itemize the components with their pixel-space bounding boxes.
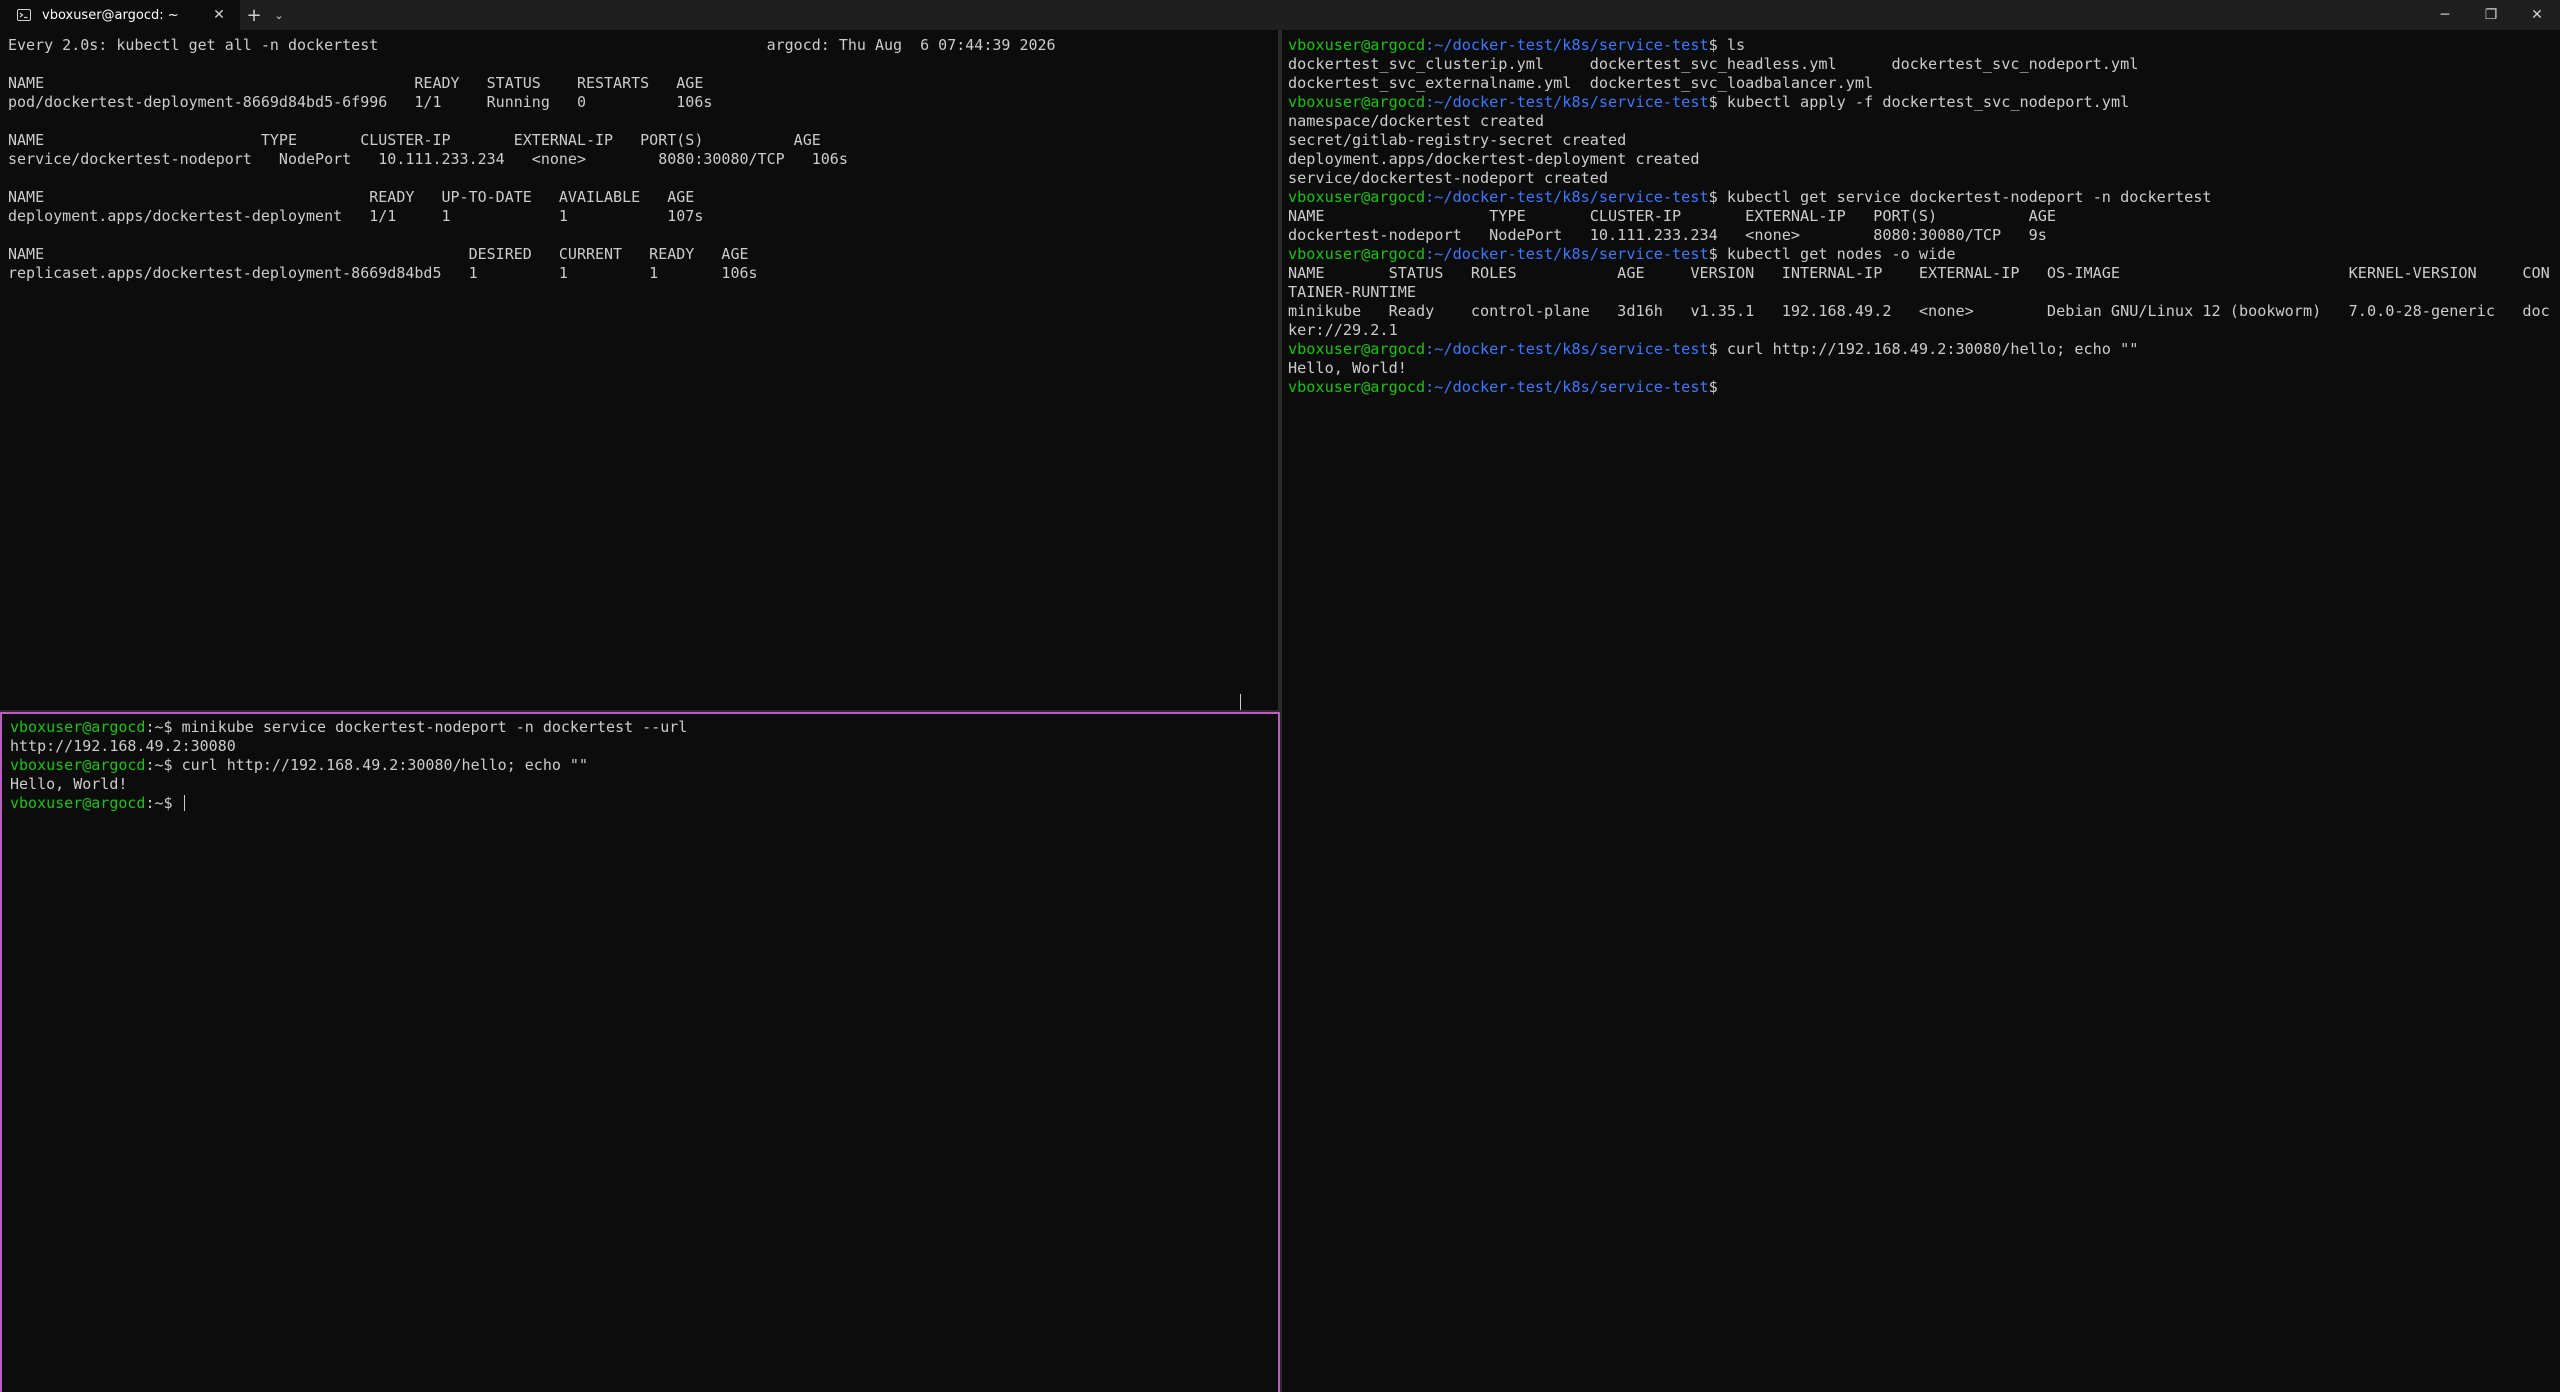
terminal-icon: [16, 7, 32, 23]
prompt-line[interactable]: vboxuser@argocd:~$: [10, 794, 1270, 813]
output-line: service/dockertest-nodeport NodePort 10.…: [8, 150, 848, 168]
output-line: NAME READY STATUS RESTARTS AGE: [8, 74, 704, 92]
chevron-down-icon[interactable]: ⌄: [268, 0, 290, 30]
terminal-output-right: vboxuser@argocd:~/docker-test/k8s/servic…: [1282, 30, 2560, 403]
output-line: secret/gitlab-registry-secret created: [1288, 131, 1627, 149]
command-text: minikube service dockertest-nodeport -n …: [181, 718, 688, 736]
prompt-line: vboxuser@argocd:~$ curl http://192.168.4…: [10, 756, 588, 774]
prompt-line: vboxuser@argocd:~/docker-test/k8s/servic…: [1288, 188, 2212, 206]
tab-close-icon[interactable]: ✕: [208, 4, 230, 26]
right-terminal-pane[interactable]: vboxuser@argocd:~/docker-test/k8s/servic…: [1282, 30, 2560, 1392]
active-terminal-pane[interactable]: vboxuser@argocd:~$ minikube service dock…: [0, 712, 1280, 1392]
prompt-line: vboxuser@argocd:~/docker-test/k8s/servic…: [1288, 340, 2139, 358]
output-line: dockertest_svc_clusterip.yml dockertest_…: [1288, 55, 2139, 73]
terminal-tab[interactable]: vboxuser@argocd: ~ ✕: [0, 0, 240, 30]
prompt-line: vboxuser@argocd:~/docker-test/k8s/servic…: [1288, 36, 1746, 54]
output-line: http://192.168.49.2:30080: [10, 737, 236, 755]
minimize-button[interactable]: ─: [2422, 0, 2468, 30]
output-line: namespace/dockertest created: [1288, 112, 1545, 130]
output-line: pod/dockertest-deployment-8669d84bd5-6f9…: [8, 93, 713, 111]
prompt-line: vboxuser@argocd:~/docker-test/k8s/servic…: [1288, 245, 1956, 263]
output-line: NAME STATUS ROLES AGE VERSION INTERNAL-I…: [1288, 264, 2550, 282]
output-line: ker://29.2.1: [1288, 321, 1398, 339]
output-line: NAME TYPE CLUSTER-IP EXTERNAL-IP PORT(S)…: [1288, 207, 2057, 225]
close-window-button[interactable]: ✕: [2514, 0, 2560, 30]
output-line: deployment.apps/dockertest-deployment cr…: [1288, 150, 1700, 168]
output-line: minikube Ready control-plane 3d16h v1.35…: [1288, 302, 2550, 320]
output-line: dockertest-nodeport NodePort 10.111.233.…: [1288, 226, 2047, 244]
output-line: service/dockertest-nodeport created: [1288, 169, 1609, 187]
output-line: replicaset.apps/dockertest-deployment-86…: [8, 264, 758, 282]
watch-pane[interactable]: Every 2.0s: kubectl get all -n dockertes…: [0, 30, 1278, 710]
output-line: NAME DESIRED CURRENT READY AGE: [8, 245, 749, 263]
restore-button[interactable]: ❐: [2468, 0, 2514, 30]
output-line: Hello, World!: [1288, 359, 1407, 377]
prompt-line: vboxuser@argocd:~/docker-test/k8s/servic…: [1288, 93, 2130, 111]
prompt-line: vboxuser@argocd:~/docker-test/k8s/servic…: [1288, 378, 1727, 396]
output-line: dockertest_svc_externalname.yml dockerte…: [1288, 74, 1874, 92]
output-line: NAME READY UP-TO-DATE AVAILABLE AGE: [8, 188, 695, 206]
window-controls: ─ ❐ ✕: [2422, 0, 2560, 30]
title-bar: vboxuser@argocd: ~ ✕ + ⌄ ─ ❐ ✕: [0, 0, 2560, 30]
output-line: deployment.apps/dockertest-deployment 1/…: [8, 207, 704, 225]
watch-output: Every 2.0s: kubectl get all -n dockertes…: [0, 30, 1278, 289]
watch-header-line: Every 2.0s: kubectl get all -n dockertes…: [8, 36, 1056, 54]
output-line: Hello, World!: [10, 775, 128, 793]
command-text: curl http://192.168.49.2:30080/hello; ec…: [181, 756, 588, 774]
tab-title: vboxuser@argocd: ~: [42, 7, 179, 23]
output-line: NAME TYPE CLUSTER-IP EXTERNAL-IP PORT(S)…: [8, 131, 821, 149]
mouse-ibeam-cursor: [1240, 694, 1241, 710]
new-tab-button[interactable]: +: [240, 0, 268, 30]
terminal-output-bottom-left: vboxuser@argocd:~$ minikube service dock…: [2, 714, 1278, 819]
text-cursor: [183, 795, 185, 811]
output-line: TAINER-RUNTIME: [1288, 283, 1417, 301]
prompt-line: vboxuser@argocd:~$ minikube service dock…: [10, 718, 688, 736]
